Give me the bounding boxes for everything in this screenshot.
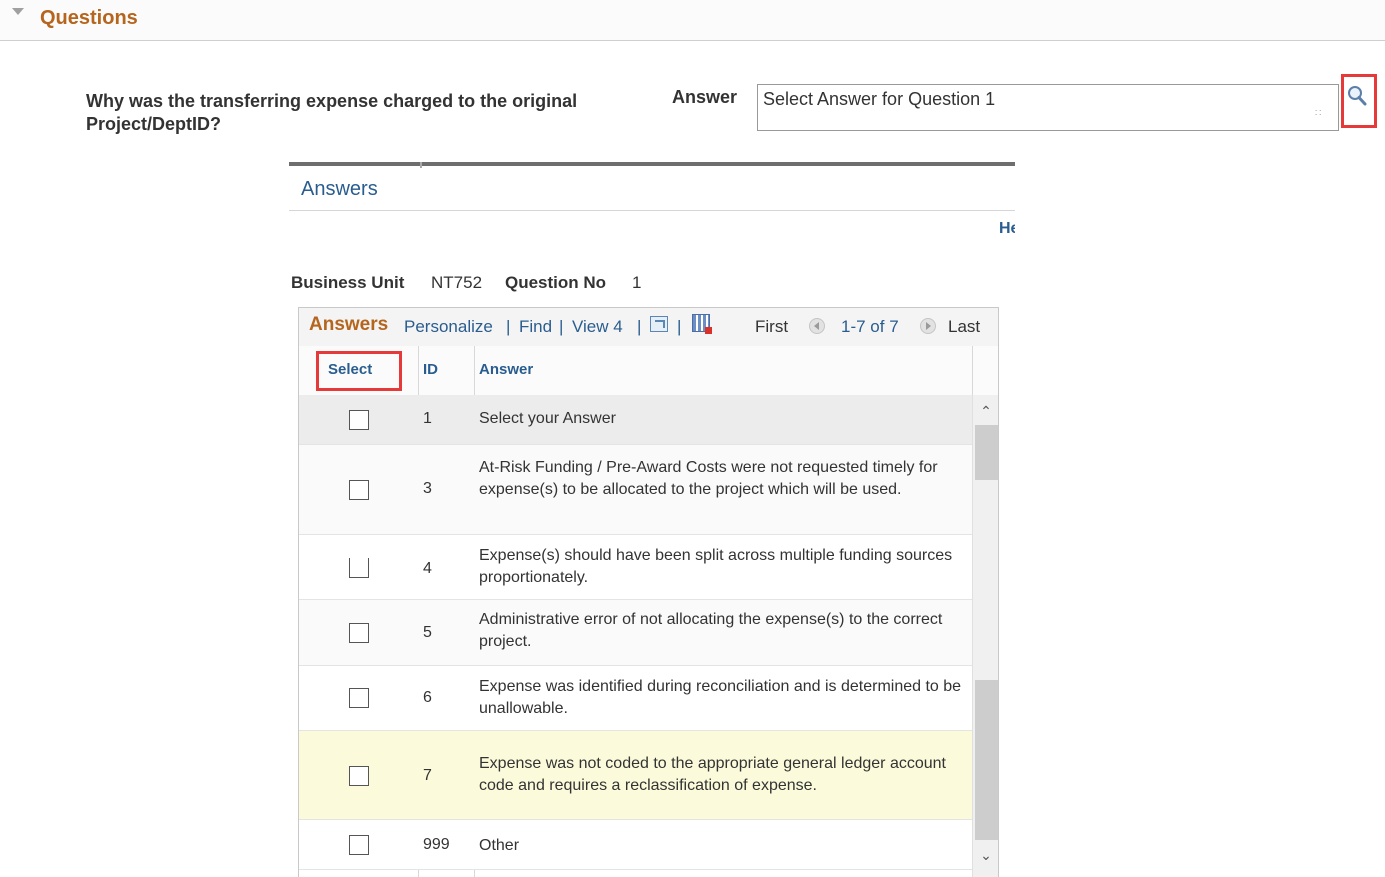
column-divider bbox=[972, 346, 973, 395]
column-header-answer[interactable]: Answer bbox=[479, 361, 533, 378]
personalize-link[interactable]: Personalize bbox=[404, 317, 493, 337]
table-row[interactable]: 1 Select your Answer bbox=[299, 395, 972, 445]
find-link[interactable]: Find bbox=[519, 317, 552, 337]
question-no-label: Question No bbox=[505, 273, 607, 292]
triangle-down-icon[interactable] bbox=[12, 8, 24, 15]
table-row[interactable]: 999 Other bbox=[299, 820, 972, 870]
grid-scrollbar[interactable]: ⌃ ⌄ bbox=[972, 395, 998, 877]
popup-top-border bbox=[289, 162, 1015, 166]
select-checkbox[interactable] bbox=[349, 835, 369, 855]
row-id: 999 bbox=[423, 836, 450, 853]
select-checkbox[interactable] bbox=[349, 410, 369, 430]
toolbar-separator: | bbox=[559, 317, 564, 336]
magnifier-icon bbox=[1348, 86, 1367, 106]
scroll-down-arrow-icon[interactable]: ⌄ bbox=[973, 847, 998, 864]
scroll-up-arrow-icon[interactable]: ⌃ bbox=[973, 403, 998, 420]
row-answer[interactable]: Expense was not coded to the appropriate… bbox=[479, 753, 964, 797]
column-header-id[interactable]: ID bbox=[423, 361, 438, 378]
resize-grip-icon[interactable]: ∷ bbox=[1315, 109, 1331, 126]
help-link[interactable]: Help bbox=[999, 220, 1015, 238]
table-row[interactable]: 4 Expense(s) should have been split acro… bbox=[299, 535, 972, 600]
table-row[interactable]: 5 Administrative error of not allocating… bbox=[299, 600, 972, 666]
grid-title: Answers bbox=[309, 314, 389, 335]
circle-left-arrow-icon[interactable] bbox=[809, 318, 825, 334]
popup-title-divider bbox=[289, 210, 1015, 211]
business-unit-value: NT752 bbox=[431, 273, 483, 292]
row-id: 6 bbox=[423, 689, 432, 706]
popup-title: Answers bbox=[301, 178, 378, 200]
row-id: 5 bbox=[423, 624, 432, 641]
table-row[interactable]: 3 At-Risk Funding / Pre-Award Costs were… bbox=[299, 445, 972, 535]
row-answer[interactable]: Expense was identified during reconcilia… bbox=[479, 676, 964, 720]
circle-right-arrow-icon[interactable] bbox=[920, 318, 936, 334]
row-answer[interactable]: Administrative error of not allocating t… bbox=[479, 609, 964, 653]
select-checkbox[interactable] bbox=[349, 623, 369, 643]
select-highlight-box bbox=[316, 351, 402, 391]
download-to-excel-icon[interactable] bbox=[692, 314, 712, 334]
popup-top-tab bbox=[420, 162, 422, 168]
table-row-selected[interactable]: 7 Expense was not coded to the appropria… bbox=[299, 731, 972, 820]
row-answer[interactable]: At-Risk Funding / Pre-Award Costs were n… bbox=[479, 457, 964, 501]
select-checkbox[interactable] bbox=[349, 558, 369, 578]
toolbar-separator: | bbox=[637, 317, 642, 336]
grid-header-row: Select ID Answer bbox=[299, 346, 998, 396]
row-id: 3 bbox=[423, 480, 432, 497]
section-title[interactable]: Questions bbox=[40, 7, 138, 30]
row-id: 7 bbox=[423, 767, 432, 784]
view-all-link[interactable]: View 4 bbox=[572, 317, 623, 337]
answer-input[interactable]: Select Answer for Question 1 bbox=[757, 84, 1339, 131]
grid-toolbar: Answers Personalize | Find | View 4 | | … bbox=[299, 308, 998, 347]
select-checkbox[interactable] bbox=[349, 688, 369, 708]
lookup-button[interactable] bbox=[1344, 80, 1372, 120]
answer-label: Answer bbox=[672, 87, 738, 107]
question-no-value: 1 bbox=[632, 273, 642, 292]
row-answer[interactable]: Other bbox=[479, 835, 964, 857]
answers-grid: Answers Personalize | Find | View 4 | | … bbox=[298, 307, 999, 877]
row-answer[interactable]: Expense(s) should have been split across… bbox=[479, 545, 964, 589]
row-answer[interactable]: Select your Answer bbox=[479, 408, 964, 430]
scrollbar-thumb[interactable] bbox=[975, 425, 998, 480]
section-header[interactable]: Questions bbox=[0, 0, 1385, 41]
question-text: Why was the transferring expense charged… bbox=[86, 91, 578, 134]
scrollbar-thumb[interactable] bbox=[975, 680, 998, 840]
zoom-icon[interactable] bbox=[650, 316, 668, 332]
business-unit-label: Business Unit bbox=[291, 273, 405, 292]
table-row[interactable]: 6 Expense was identified during reconcil… bbox=[299, 666, 972, 731]
row-id: 4 bbox=[423, 560, 432, 577]
toolbar-separator: | bbox=[677, 317, 682, 336]
row-id: 1 bbox=[423, 410, 432, 427]
first-link[interactable]: First bbox=[755, 317, 788, 337]
select-checkbox[interactable] bbox=[349, 766, 369, 786]
last-link[interactable]: Last bbox=[948, 317, 980, 337]
toolbar-separator: | bbox=[506, 317, 511, 336]
row-range: 1-7 of 7 bbox=[841, 317, 899, 336]
select-checkbox[interactable] bbox=[349, 480, 369, 500]
